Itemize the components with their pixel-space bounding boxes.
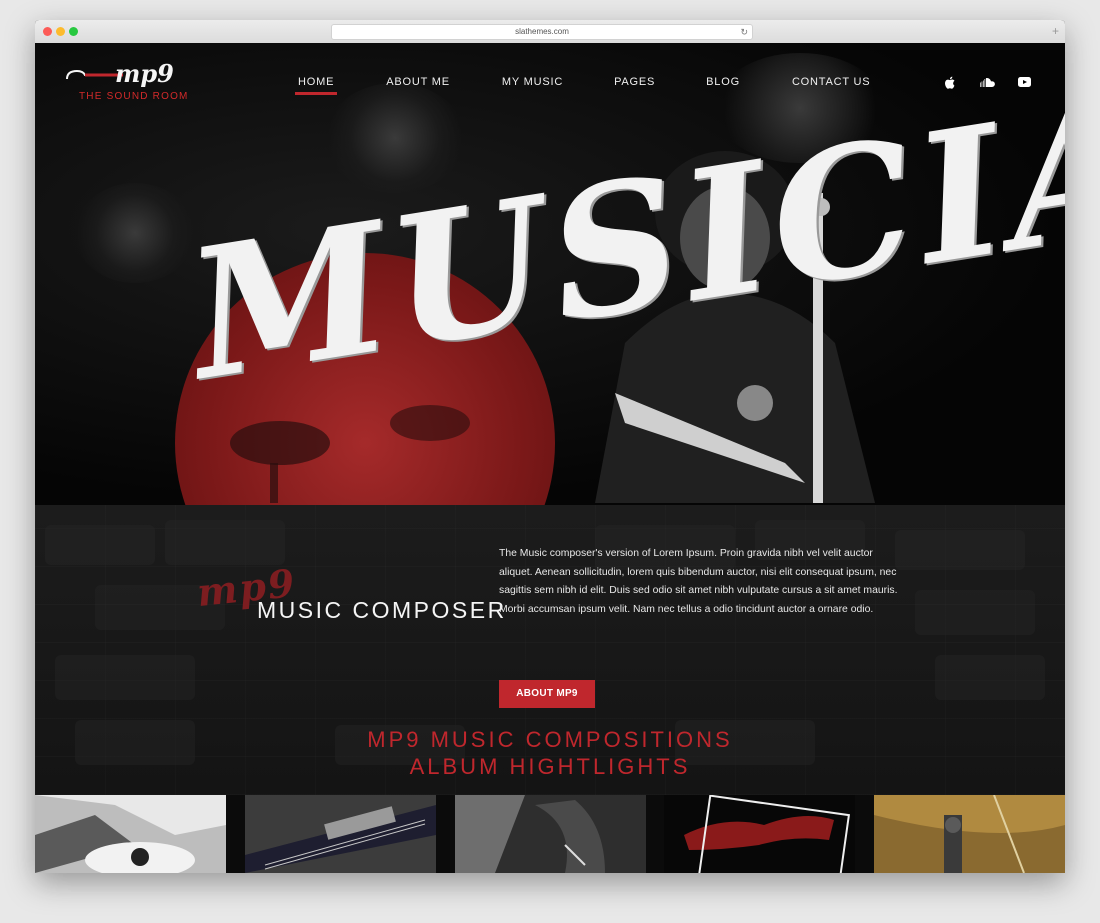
reload-icon[interactable]: ↻: [740, 25, 748, 39]
social-links: [924, 73, 1035, 91]
site-logo[interactable]: mp9 THE SOUND ROOM: [65, 59, 187, 109]
gallery-tile-album[interactable]: [664, 795, 856, 873]
url-text: slathemes.com: [515, 27, 569, 36]
youtube-icon[interactable]: [1013, 73, 1035, 91]
close-window-button[interactable]: [43, 27, 52, 36]
compositions-heading-line1: MP9 MUSIC COMPOSITIONS: [367, 727, 733, 752]
soundcloud-icon[interactable]: [976, 73, 998, 91]
album-gallery: [35, 795, 1065, 873]
menu-item-home[interactable]: HOME: [294, 71, 338, 95]
logo-text: mp9: [115, 59, 174, 88]
main-header: mp9 THE SOUND ROOM HOME ABOUT ME MY MUSI…: [35, 43, 1065, 133]
gallery-tile-guitarist[interactable]: [454, 795, 646, 873]
about-mp9-button[interactable]: ABOUT MP9: [499, 680, 595, 708]
gallery-tile-guitar[interactable]: [35, 795, 226, 873]
zoom-window-button[interactable]: [69, 27, 78, 36]
gallery-tile-guitar-closeup[interactable]: [874, 795, 1065, 873]
menu-item-contact-us[interactable]: CONTACT US: [791, 71, 872, 95]
new-tab-button[interactable]: +: [1052, 25, 1059, 37]
lamp-decoration: [75, 183, 195, 283]
minimize-window-button[interactable]: [56, 27, 65, 36]
main-menu: HOME ABOUT ME MY MUSIC PAGES BLOG CONTAC…: [294, 71, 872, 95]
menu-item-my-music[interactable]: MY MUSIC: [501, 71, 564, 95]
composer-description: The Music composer's version of Lorem Ip…: [499, 548, 898, 615]
menu-item-pages[interactable]: PAGES: [613, 71, 656, 95]
menu-item-blog[interactable]: BLOG: [705, 71, 741, 95]
compositions-heading-line2: ALBUM HIGHTLIGHTS: [409, 754, 691, 779]
apple-icon[interactable]: [939, 73, 961, 91]
browser-window: slathemes.com ↻ + MUSICIAN mp9 THE SOUND…: [35, 20, 1065, 873]
gallery-tile-electric-guitar[interactable]: [244, 795, 436, 873]
menu-item-about-me[interactable]: ABOUT ME: [385, 71, 451, 95]
composer-section: mp9 MUSIC COMPOSER The Music composer's …: [35, 505, 1065, 795]
page: MUSICIAN mp9 THE SOUND ROOM HOME ABOUT M…: [35, 43, 1065, 873]
address-bar[interactable]: slathemes.com ↻: [331, 24, 753, 40]
browser-toolbar: slathemes.com ↻ +: [35, 20, 1065, 44]
logo-subtitle: THE SOUND ROOM: [79, 91, 189, 102]
composer-title: MUSIC COMPOSER: [257, 597, 507, 623]
